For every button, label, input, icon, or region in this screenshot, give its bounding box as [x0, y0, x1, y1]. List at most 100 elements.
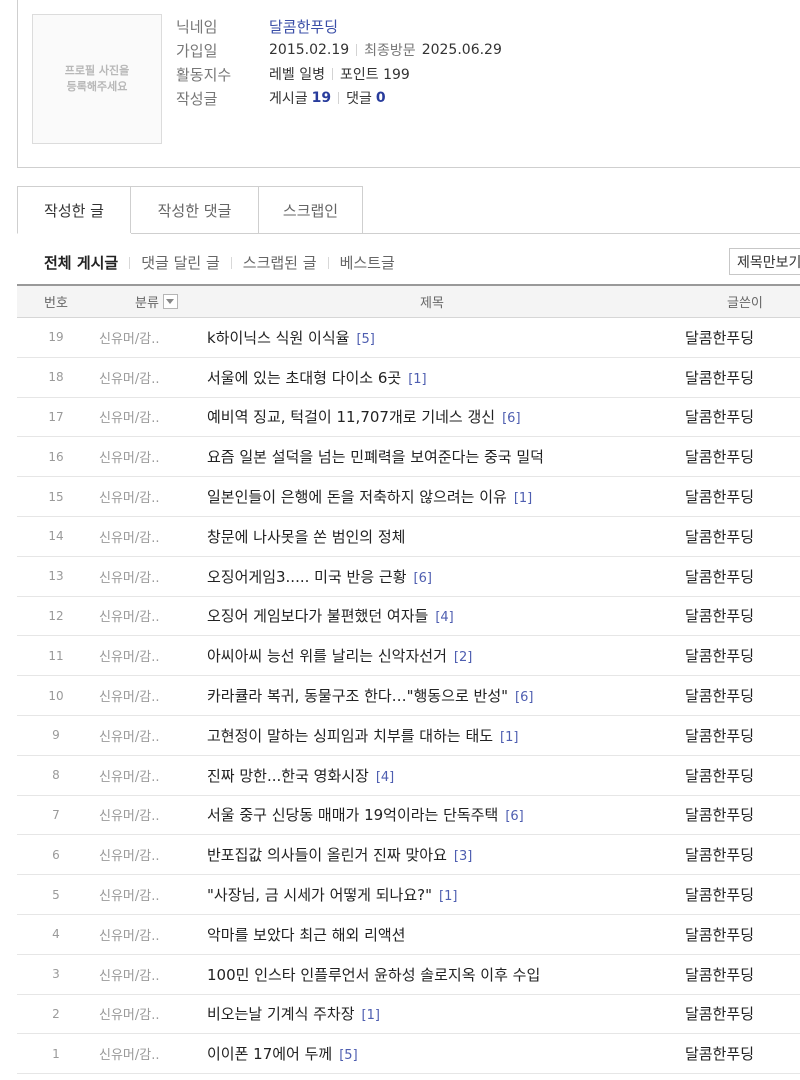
comment-count[interactable]: [1]	[514, 491, 532, 506]
row-author[interactable]: 달콤한푸딩	[685, 446, 800, 467]
post-title-link[interactable]: 100민 인스타 인플루언서 윤하성 솔로지옥 이후 수입	[207, 966, 540, 984]
row-number: 2	[52, 1006, 60, 1021]
nickname-value[interactable]: 달콤한푸딩	[269, 16, 338, 37]
posts-count[interactable]: 19	[312, 90, 331, 106]
row-category[interactable]: 신유머/감..	[97, 567, 207, 586]
post-title-link[interactable]: 진짜 망한...한국 영화시장	[207, 767, 369, 785]
row-author[interactable]: 달콤한푸딩	[685, 725, 800, 746]
row-number: 8	[52, 768, 60, 783]
row-category[interactable]: 신유머/감..	[97, 646, 207, 665]
post-title-link[interactable]: 고현정이 말하는 싱피임과 치부를 대하는 태도	[207, 727, 493, 745]
post-title-link[interactable]: 서울 중구 신당동 매매가 19억이라는 단독주택	[207, 806, 498, 824]
row-category[interactable]: 신유머/감..	[97, 527, 207, 546]
comment-count[interactable]: [1]	[439, 889, 457, 904]
post-title-link[interactable]: 요즘 일본 설덕을 넘는 민폐력을 보여준다는 중국 밀덕	[207, 448, 544, 466]
row-author[interactable]: 달콤한푸딩	[685, 844, 800, 865]
row-category[interactable]: 신유머/감..	[97, 766, 207, 785]
row-author[interactable]: 달콤한푸딩	[685, 1043, 800, 1064]
comment-count[interactable]: [1]	[500, 730, 518, 745]
post-title-link[interactable]: 반포집값 의사들이 올린거 진짜 맞아요	[207, 846, 447, 864]
row-category[interactable]: 신유머/감..	[97, 487, 207, 506]
row-author[interactable]: 달콤한푸딩	[685, 406, 800, 427]
row-author[interactable]: 달콤한푸딩	[685, 645, 800, 666]
row-category[interactable]: 신유머/감..	[97, 726, 207, 745]
row-category[interactable]: 신유머/감..	[97, 447, 207, 466]
post-title-link[interactable]: 일본인들이 은행에 돈을 저축하지 않으려는 이유	[207, 488, 507, 506]
comment-count[interactable]: [4]	[376, 770, 394, 785]
row-author[interactable]: 달콤한푸딩	[685, 765, 800, 786]
row-author[interactable]: 달콤한푸딩	[685, 964, 800, 985]
filter-scrapped-posts[interactable]: 스크랩된 글	[243, 252, 317, 273]
header-category[interactable]: 분류	[97, 292, 207, 311]
divider	[129, 256, 131, 269]
comment-count[interactable]: [6]	[414, 571, 432, 586]
row-category[interactable]: 신유머/감..	[97, 606, 207, 625]
row-author[interactable]: 달콤한푸딩	[685, 685, 800, 706]
row-author[interactable]: 달콤한푸딩	[685, 605, 800, 626]
row-author[interactable]: 달콤한푸딩	[685, 327, 800, 348]
comment-count[interactable]: [6]	[502, 411, 520, 426]
row-author[interactable]: 달콤한푸딩	[685, 804, 800, 825]
row-category[interactable]: 신유머/감..	[97, 925, 207, 944]
post-title-link[interactable]: 서울에 있는 초대형 다이소 6곳	[207, 369, 401, 387]
row-author[interactable]: 달콤한푸딩	[685, 367, 800, 388]
profile-info: 닉네임 달콤한푸딩 가입일 2015.02.19 최종방문 2025.06.29…	[176, 14, 502, 110]
post-title-link[interactable]: 아씨아씨 능선 위를 날리는 신악자선거	[207, 647, 447, 665]
row-title-cell: 서울에 있는 초대형 다이소 6곳 [1]	[207, 367, 685, 388]
row-title-cell: 반포집값 의사들이 올린거 진짜 맞아요 [3]	[207, 844, 685, 865]
comment-count[interactable]: [6]	[505, 809, 523, 824]
comment-count[interactable]: [3]	[454, 849, 472, 864]
row-category[interactable]: 신유머/감..	[97, 1004, 207, 1023]
row-category[interactable]: 신유머/감..	[97, 805, 207, 824]
filter-all-posts[interactable]: 전체 게시글	[44, 252, 118, 273]
comment-count[interactable]: [4]	[435, 610, 453, 625]
comment-count[interactable]: [5]	[356, 332, 374, 347]
tab-written-posts[interactable]: 작성한 글	[17, 186, 131, 234]
table-row: 19 신유머/감.. k하이닉스 식원 이식율 [5] 달콤한푸딩	[17, 318, 800, 358]
post-title-link[interactable]: "사장님, 금 시세가 어떻게 되나요?"	[207, 886, 432, 904]
filter-best-posts[interactable]: 베스트글	[340, 252, 395, 273]
comment-count[interactable]: [1]	[362, 1008, 380, 1023]
post-title-link[interactable]: 비오는날 기계식 주차장	[207, 1005, 355, 1023]
search-scope-select[interactable]: 제목만보기	[729, 248, 800, 275]
post-title-link[interactable]: 예비역 징교, 턱걸이 11,707개로 기네스 갱신	[207, 408, 495, 426]
row-category[interactable]: 신유머/감..	[97, 1044, 207, 1063]
row-category[interactable]: 신유머/감..	[97, 407, 207, 426]
post-title-link[interactable]: k하이닉스 식원 이식율	[207, 329, 349, 347]
profile-photo-placeholder[interactable]: 프로필 사진을 등록해주세요	[32, 14, 162, 144]
comment-count[interactable]: [5]	[339, 1048, 357, 1063]
row-author[interactable]: 달콤한푸딩	[685, 566, 800, 587]
row-title-cell: 일본인들이 은행에 돈을 저축하지 않으려는 이유 [1]	[207, 486, 685, 507]
row-author[interactable]: 달콤한푸딩	[685, 486, 800, 507]
divider	[327, 256, 329, 269]
post-title-link[interactable]: 창문에 나사못을 쏜 범인의 정체	[207, 528, 405, 546]
row-category[interactable]: 신유머/감..	[97, 368, 207, 387]
row-category[interactable]: 신유머/감..	[97, 885, 207, 904]
post-title-link[interactable]: 이이폰 17에어 두께	[207, 1045, 332, 1063]
row-author[interactable]: 달콤한푸딩	[685, 1003, 800, 1024]
row-author[interactable]: 달콤한푸딩	[685, 526, 800, 547]
table-row: 4 신유머/감.. 악마를 보았다 최근 해외 리액션 달콤한푸딩	[17, 915, 800, 955]
post-title-link[interactable]: 카라큘라 복귀, 동물구조 한다…"행동으로 반성"	[207, 687, 508, 705]
row-category[interactable]: 신유머/감..	[97, 686, 207, 705]
tab-written-comments[interactable]: 작성한 댓글	[131, 186, 259, 234]
filter-commented-posts[interactable]: 댓글 달린 글	[141, 252, 220, 273]
joined-row: 가입일 2015.02.19 최종방문 2025.06.29	[176, 38, 502, 62]
post-title-link[interactable]: 오징어게임3..... 미국 반응 근황	[207, 568, 407, 586]
comment-count[interactable]: [1]	[408, 372, 426, 387]
comments-count[interactable]: 0	[376, 90, 386, 106]
row-author[interactable]: 달콤한푸딩	[685, 884, 800, 905]
activity-values: 레벨 일병 포인트 199	[269, 64, 410, 84]
chevron-down-icon[interactable]	[162, 294, 178, 309]
row-author[interactable]: 달콤한푸딩	[685, 924, 800, 945]
comment-count[interactable]: [6]	[515, 690, 533, 705]
comment-count[interactable]: [2]	[454, 650, 472, 665]
row-category[interactable]: 신유머/감..	[97, 845, 207, 864]
table-row: 9 신유머/감.. 고현정이 말하는 싱피임과 치부를 대하는 태도 [1] 달콤한푸딩	[17, 716, 800, 756]
tab-scraps[interactable]: 스크랩인	[259, 186, 363, 234]
row-category[interactable]: 신유머/감..	[97, 328, 207, 347]
table-body: 19 신유머/감.. k하이닉스 식원 이식율 [5] 달콤한푸딩 18 신유머/감.. 서울…	[17, 318, 800, 1075]
row-category[interactable]: 신유머/감..	[97, 965, 207, 984]
post-title-link[interactable]: 악마를 보았다 최근 해외 리액션	[207, 926, 405, 944]
post-title-link[interactable]: 오징어 게임보다가 불편했던 여자들	[207, 607, 428, 625]
